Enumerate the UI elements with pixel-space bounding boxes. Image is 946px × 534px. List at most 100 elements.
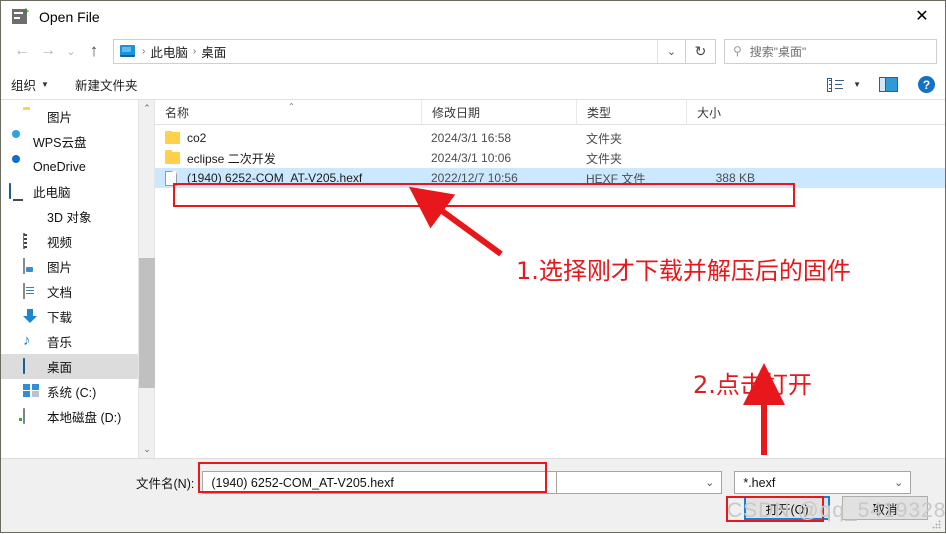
file-rows: co2 2024/3/1 16:58 文件夹 eclipse 二次开发 2024… xyxy=(155,125,945,458)
column-label: 名称 xyxy=(165,105,190,120)
chevron-down-icon: ⌄ xyxy=(894,477,904,489)
breadcrumb-this-pc[interactable]: 此电脑 xyxy=(150,42,188,61)
table-row[interactable]: co2 2024/3/1 16:58 文件夹 xyxy=(155,128,945,148)
folder-icon xyxy=(165,131,180,144)
sidebar-item-label: 图片 xyxy=(47,111,73,125)
sidebar-item-videos[interactable]: 视频 xyxy=(1,229,138,254)
help-icon[interactable]: ? xyxy=(918,76,935,93)
sidebar-item-label: WPS云盘 xyxy=(33,136,87,150)
file-date: 2024/3/1 16:58 xyxy=(431,131,512,145)
filename-row: 文件名(N): (1940) 6252-COM_AT-V205.hexf ⌄ *… xyxy=(1,459,945,494)
sidebar-item-label: 桌面 xyxy=(47,361,73,375)
sidebar-item-3d-objects[interactable]: 3D 对象 xyxy=(1,204,138,229)
open-file-icon: + xyxy=(11,6,29,26)
new-folder-label: 新建文件夹 xyxy=(74,79,138,93)
file-name-cell: co2 xyxy=(155,131,421,145)
forward-button[interactable]: → xyxy=(35,38,61,64)
dialog-body: 图片 WPS云盘 OneDrive 此电脑 3D 对象 视频 图片 文档 下载 … xyxy=(1,99,945,458)
organize-label: 组织 xyxy=(11,79,37,93)
onedrive-icon xyxy=(9,159,26,175)
this-pc-icon xyxy=(9,182,26,200)
sidebar-item-music[interactable]: ♪ 音乐 xyxy=(1,329,138,354)
back-button[interactable]: ← xyxy=(9,38,35,64)
sidebar-item-wps-cloud[interactable]: WPS云盘 xyxy=(1,129,138,154)
title-bar: + Open File ✕ xyxy=(1,1,945,32)
column-header-type[interactable]: 类型 xyxy=(576,99,686,125)
sidebar-item-this-pc[interactable]: 此电脑 xyxy=(1,179,138,204)
file-date: 2022/12/7 10:56 xyxy=(431,171,518,185)
navigation-pane: 图片 WPS云盘 OneDrive 此电脑 3D 对象 视频 图片 文档 下载 … xyxy=(1,100,138,458)
folder-icon xyxy=(23,109,40,125)
sidebar-item-label: 本地磁盘 (D:) xyxy=(47,411,122,425)
sidebar-item-local-drive[interactable]: 本地磁盘 (D:) xyxy=(1,404,138,429)
breadcrumb-desktop[interactable]: 桌面 xyxy=(201,42,226,61)
file-name: co2 xyxy=(187,131,207,145)
column-label: 修改日期 xyxy=(432,105,481,120)
scroll-down-icon[interactable]: ⌄ xyxy=(139,441,155,458)
sidebar-item-system-drive[interactable]: 系统 (C:) xyxy=(1,379,138,404)
wps-cloud-icon xyxy=(9,134,26,150)
3d-objects-icon xyxy=(23,209,40,225)
column-label: 大小 xyxy=(697,105,722,120)
filename-dropdown-icon[interactable]: ⌄ xyxy=(557,471,723,494)
filename-label: 文件名(N): xyxy=(136,477,195,491)
videos-icon xyxy=(23,232,40,250)
documents-icon xyxy=(23,282,40,300)
table-row[interactable]: (1940) 6252-COM_AT-V205.hexf 2022/12/7 1… xyxy=(155,168,945,188)
address-bar[interactable]: › 此电脑 › 桌面 ⌄ xyxy=(113,38,686,64)
new-folder-button[interactable]: 新建文件夹 xyxy=(75,75,138,94)
file-type: 文件夹 xyxy=(586,131,623,146)
search-icon: ⚲ xyxy=(733,44,742,58)
sidebar-item-downloads[interactable]: 下载 xyxy=(1,304,138,329)
column-header-name[interactable]: ⌃ 名称 xyxy=(155,100,421,125)
search-box[interactable]: ⚲ 搜索"桌面" xyxy=(724,38,937,64)
file-type: HEXF 文件 xyxy=(586,171,646,186)
chevron-down-icon: ▼ xyxy=(41,80,49,89)
close-icon[interactable]: ✕ xyxy=(899,1,945,31)
file-name: (1940) 6252-COM_AT-V205.hexf xyxy=(187,171,363,185)
preview-pane-icon[interactable] xyxy=(879,77,898,92)
command-toolbar: 组织 ▼ 新建文件夹 ▼ ? xyxy=(1,70,945,100)
sidebar-item-pictures-quick[interactable]: 图片 xyxy=(1,104,138,129)
column-headers: ⌃ 名称 修改日期 类型 大小 xyxy=(155,99,945,125)
recent-locations-button[interactable]: ⌄ xyxy=(61,38,81,64)
sidebar-item-pictures[interactable]: 图片 xyxy=(1,254,138,279)
system-drive-icon xyxy=(23,384,40,400)
music-icon: ♪ xyxy=(23,331,31,349)
breadcrumb-separator: › xyxy=(192,45,197,57)
file-size: 388 KB xyxy=(715,171,755,185)
file-name-cell: (1940) 6252-COM_AT-V205.hexf xyxy=(155,170,421,186)
table-row[interactable]: eclipse 二次开发 2024/3/1 10:06 文件夹 xyxy=(155,148,945,168)
file-list-pane: ⌃ 名称 修改日期 类型 大小 co2 2024/3/1 16:58 文件夹 e… xyxy=(154,99,945,458)
sidebar-item-desktop[interactable]: 桌面 xyxy=(1,354,138,379)
chevron-down-icon[interactable]: ▼ xyxy=(853,80,861,89)
sidebar-item-onedrive[interactable]: OneDrive xyxy=(1,154,138,179)
organize-button[interactable]: 组织 ▼ xyxy=(11,75,49,94)
folder-icon xyxy=(165,150,180,164)
breadcrumb-separator: › xyxy=(142,45,146,57)
file-type: 文件夹 xyxy=(586,151,623,166)
search-placeholder: 搜索"桌面" xyxy=(749,44,807,59)
address-dropdown-icon[interactable]: ⌄ xyxy=(657,39,685,63)
column-header-date[interactable]: 修改日期 xyxy=(421,99,576,125)
column-header-size[interactable]: 大小 xyxy=(686,99,769,125)
sidebar-item-label: 下载 xyxy=(47,311,73,325)
file-name: eclipse 二次开发 xyxy=(187,151,276,166)
scroll-up-icon[interactable]: ⌃ xyxy=(139,100,155,117)
file-type-filter[interactable]: *.hexf ⌄ xyxy=(734,471,912,494)
sidebar-item-label: 音乐 xyxy=(47,336,73,350)
navigation-pane-scrollbar[interactable]: ⌃ ⌄ xyxy=(138,100,155,458)
navigation-bar: ← → ⌄ ↑ › 此电脑 › 桌面 ⌄ ↻ ⚲ 搜索"桌面" xyxy=(1,32,945,70)
column-label: 类型 xyxy=(587,105,612,120)
window-title: Open File xyxy=(39,8,100,25)
sidebar-item-label: 文档 xyxy=(47,286,73,300)
refresh-icon[interactable]: ↻ xyxy=(686,38,716,64)
file-date: 2024/3/1 10:06 xyxy=(431,151,512,165)
up-button[interactable]: ↑ xyxy=(81,38,107,64)
scrollbar-thumb[interactable] xyxy=(139,258,155,388)
filename-input[interactable]: (1940) 6252-COM_AT-V205.hexf xyxy=(202,471,558,494)
sidebar-item-label: 系统 (C:) xyxy=(47,386,97,400)
sidebar-item-documents[interactable]: 文档 xyxy=(1,279,138,304)
sidebar-item-label: OneDrive xyxy=(33,159,86,174)
view-options-icon[interactable] xyxy=(827,77,845,92)
